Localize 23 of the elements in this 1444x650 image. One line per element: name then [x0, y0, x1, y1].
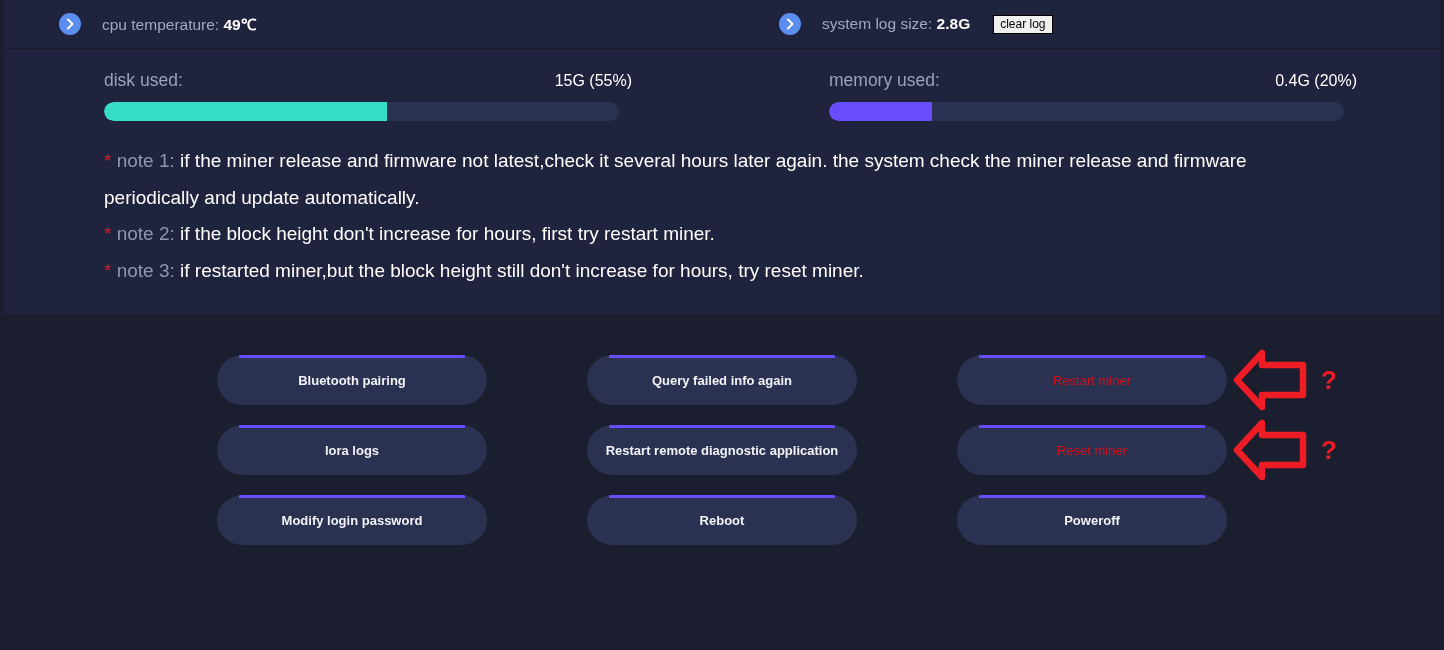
note-text: * note 1: if the miner release and firmware not latest,check it several hours later again. the system check the miner release and firmware periodically and update automatically. [104, 149, 1248, 210]
action-button[interactable]: Poweroff [957, 495, 1227, 545]
action-button[interactable]: Reboot [587, 495, 857, 545]
action-button[interactable]: Bluetooth pairing [217, 355, 487, 405]
note-text: * note 3: if restarted miner,but the block height still don't increase for hours, try reset miner. [104, 258, 865, 283]
action-button[interactable]: Modify login password [217, 495, 487, 545]
status-text: system log size: 2.8G [822, 15, 971, 33]
usage-label: memory used: [829, 70, 940, 91]
action-button[interactable]: Query failed info again [587, 355, 857, 405]
left-arrow-icon [1233, 419, 1307, 481]
action-button[interactable]: Restart remote diagnostic application [587, 425, 857, 475]
usage-label: disk used: [104, 70, 183, 91]
usage-reading: 0.4G (20%) [1275, 72, 1357, 90]
chevron-right-icon [59, 13, 81, 35]
clear-log-button[interactable]: clear log [993, 14, 1053, 34]
action-button[interactable]: lora logs [217, 425, 487, 475]
usage-reading: 15G (55%) [554, 72, 632, 90]
annotation-text: ? [1321, 364, 1337, 396]
chevron-right-icon [779, 13, 801, 35]
status-text: cpu temperature: 49℃ [102, 15, 256, 35]
annotation-text: ? [1321, 434, 1337, 466]
note-text: * note 2: if the block height don't increase for hours, first try restart miner. [104, 222, 716, 246]
left-arrow-icon [1233, 349, 1307, 411]
